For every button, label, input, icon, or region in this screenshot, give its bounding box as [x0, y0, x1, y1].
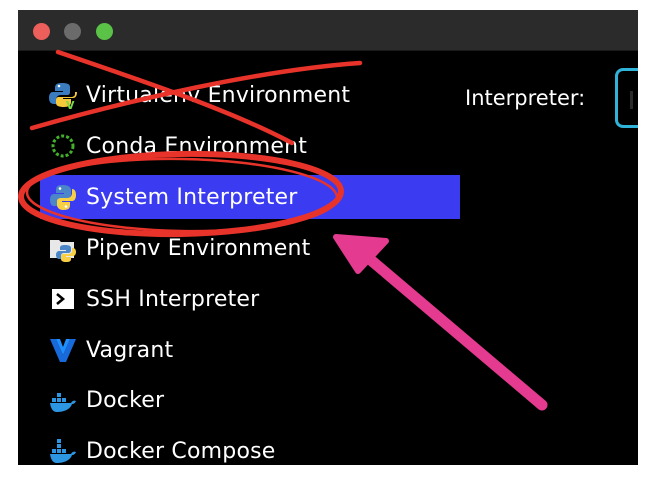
sidebar-item-label: System Interpreter [86, 184, 298, 210]
title-bar [18, 10, 638, 51]
sidebar-item-docker-compose[interactable]: Docker Compose [48, 429, 276, 465]
sidebar-item-label: Vagrant [86, 337, 174, 363]
sidebar-item-virtualenv[interactable]: V Virtualenv Environment [48, 73, 350, 117]
docker-icon [48, 385, 78, 415]
svg-text:V: V [66, 99, 75, 110]
sidebar-item-label: Conda Environment [86, 133, 308, 159]
sidebar-item-ssh[interactable]: SSH Interpreter [48, 277, 259, 321]
sidebar-item-label: Pipenv Environment [86, 235, 311, 261]
close-window-button[interactable] [33, 23, 50, 40]
sidebar-item-pipenv[interactable]: Pipenv Environment [48, 226, 310, 270]
sidebar-item-docker[interactable]: Docker [48, 378, 164, 422]
sidebar-item-vagrant[interactable]: Vagrant [48, 328, 173, 372]
settings-window: V Virtualenv Environment Conda Environme… [18, 10, 638, 465]
minimize-window-button[interactable] [64, 23, 81, 40]
interpreter-label: Interpreter: [465, 86, 586, 110]
field-edge [630, 91, 633, 109]
sidebar-item-label: Virtualenv Environment [86, 82, 351, 108]
interpreter-select[interactable] [615, 68, 638, 128]
sidebar-item-label: Docker [86, 387, 165, 413]
sidebar-item-label: Docker Compose [86, 438, 276, 464]
virtualenv-icon: V [48, 80, 78, 110]
docker-compose-icon [48, 436, 78, 465]
ssh-terminal-icon [48, 284, 78, 314]
sidebar-item-conda[interactable]: Conda Environment [48, 124, 307, 168]
sidebar-item-system-interpreter[interactable]: System Interpreter [40, 175, 460, 219]
zoom-window-button[interactable] [96, 23, 113, 40]
python-icon [48, 182, 78, 212]
vagrant-icon [48, 335, 78, 365]
sidebar-item-label: SSH Interpreter [86, 286, 260, 312]
conda-icon [48, 131, 78, 161]
pipenv-icon [48, 233, 78, 263]
